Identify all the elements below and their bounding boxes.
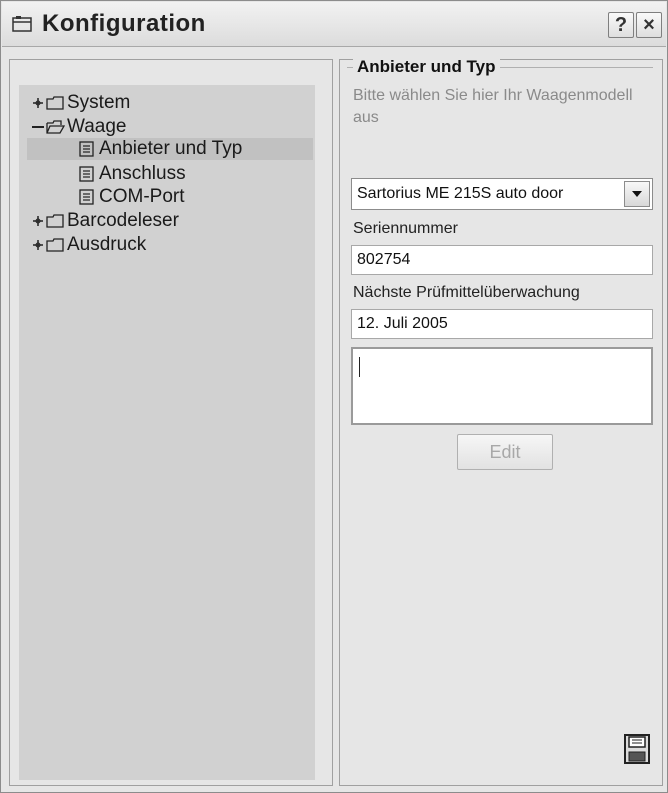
group-title: Anbieter und Typ [353, 57, 500, 77]
folder-icon [46, 238, 64, 252]
collapse-minus-icon[interactable] [31, 118, 45, 136]
tree-item-waage[interactable]: Waage [31, 116, 127, 138]
edit-button[interactable]: Edit [457, 434, 553, 470]
tree-item-label: Ausdruck [67, 234, 147, 255]
window-icon [12, 16, 32, 32]
expand-plus-icon[interactable] [31, 236, 45, 254]
document-icon [79, 189, 94, 205]
text-caret [359, 357, 360, 377]
tree-item-anbieter-und-typ[interactable]: Anbieter und Typ [27, 138, 313, 160]
tree-item-barcodeleser[interactable]: Barcodeleser [31, 210, 179, 232]
help-button[interactable]: ? [608, 12, 634, 38]
serial-label: Seriennummer [353, 220, 458, 237]
title-bar: Konfiguration ? × [2, 2, 666, 47]
tree-item-label: Anbieter und Typ [99, 138, 243, 159]
folder-open-icon [46, 120, 65, 134]
folder-icon [46, 214, 64, 228]
window-title: Konfiguration [42, 10, 206, 37]
tree-item-label: Waage [67, 116, 127, 137]
chevron-down-icon [632, 191, 642, 197]
inspection-label: Nächste Prüfmittelüberwachung [353, 284, 580, 301]
tree-item-label: Anschluss [99, 163, 186, 184]
close-button[interactable]: × [636, 12, 662, 38]
inspection-date-field[interactable] [351, 309, 653, 339]
serial-field[interactable] [351, 245, 653, 275]
tree-item-label: COM-Port [99, 186, 185, 207]
document-icon [79, 141, 94, 157]
floppy-disk-icon [624, 734, 650, 764]
expand-plus-icon[interactable] [31, 212, 45, 230]
model-select[interactable]: Sartorius ME 215S auto door [351, 178, 653, 210]
save-button[interactable] [621, 731, 653, 767]
tree-item-label: Barcodeleser [67, 210, 179, 231]
folder-icon [46, 96, 64, 110]
document-icon [79, 166, 94, 182]
notes-textarea[interactable] [351, 347, 653, 425]
tree-item-label: System [67, 92, 131, 113]
group-description: Bitte wählen Sie hier Ihr Waagenmodell a… [353, 87, 633, 126]
dropdown-button[interactable] [624, 181, 650, 207]
tree-item-com-port[interactable]: COM-Port [77, 186, 185, 208]
tree-item-system[interactable]: System [31, 92, 130, 114]
tree-item-ausdruck[interactable]: Ausdruck [31, 234, 146, 256]
tree-item-anschluss[interactable]: Anschluss [77, 163, 186, 185]
model-select-value: Sartorius ME 215S auto door [357, 185, 564, 202]
config-window: Konfiguration ? × System Waage Anbieter … [0, 0, 668, 793]
expand-plus-icon[interactable] [31, 94, 45, 112]
